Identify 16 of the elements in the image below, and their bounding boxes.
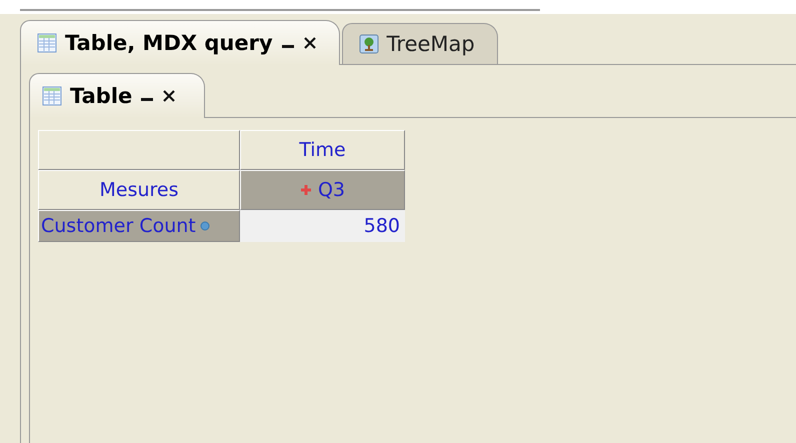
close-icon[interactable]	[302, 36, 317, 50]
row-header: Mesures	[38, 170, 240, 210]
dot-icon	[200, 221, 210, 231]
tab[interactable]: Table, MDX query	[20, 20, 340, 65]
tab[interactable]: Table	[29, 73, 206, 118]
tab[interactable]: TreeMap	[342, 23, 498, 64]
value-cell: 580	[240, 210, 405, 242]
table-icon	[42, 86, 62, 106]
measure-cell[interactable]: Customer Count	[38, 210, 240, 242]
measure-label: Customer Count	[41, 215, 196, 237]
column-header: Time	[240, 130, 405, 170]
member-label: Q3	[318, 179, 346, 201]
tree-icon	[358, 34, 379, 54]
table-icon	[37, 33, 57, 53]
member-header[interactable]: Q3	[240, 170, 405, 210]
close-icon[interactable]	[162, 89, 176, 103]
